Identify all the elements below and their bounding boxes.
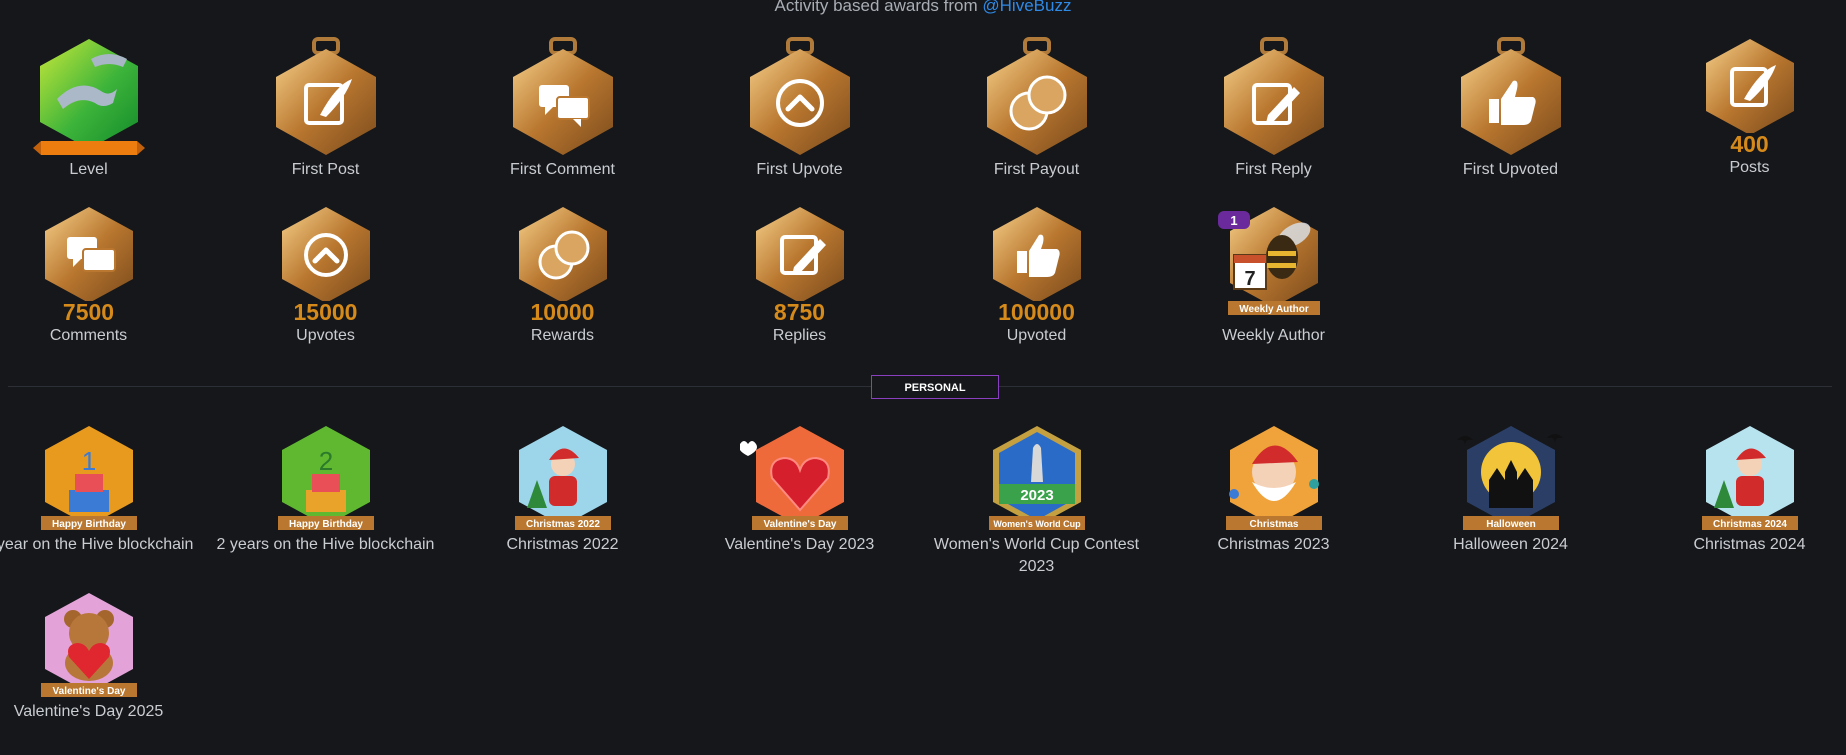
year-text: 2023 <box>1020 487 1053 504</box>
thumbs-up-icon <box>992 207 1081 301</box>
badge-first-payout[interactable]: First Payout <box>918 37 1155 181</box>
badge-christmas-2022[interactable]: Christmas 2022 Christmas 2022 <box>444 424 681 556</box>
ribbon-text: Valentine's Day <box>52 686 125 697</box>
badge-christmas-2023[interactable]: Christmas Christmas 2023 <box>1155 424 1392 556</box>
badge-label: Posts <box>1729 159 1770 176</box>
personal-row-1: 1 Happy Birthday 1 year on the Hive bloc… <box>0 424 1846 575</box>
quill-icon <box>1705 39 1794 133</box>
badge-womens-world-cup[interactable]: 2023 Women's World Cup Women's World Cup… <box>918 424 1155 578</box>
badge-posts[interactable]: 400 Posts <box>1631 37 1846 179</box>
comment-bubbles-icon <box>512 37 613 155</box>
comment-bubbles-icon <box>44 207 133 301</box>
badge-upvoted[interactable]: 100000 Upvoted <box>918 205 1155 347</box>
badge-label: First Upvote <box>756 161 843 178</box>
badge-count: 400 <box>1730 131 1769 157</box>
dolphin-level-icon <box>32 39 145 155</box>
thumbs-up-icon <box>1460 37 1561 155</box>
coins-icon <box>518 207 607 301</box>
badge-label: Christmas 2024 <box>1693 536 1806 553</box>
santa-face-icon: Christmas <box>1225 426 1322 530</box>
pencil-icon <box>1223 37 1324 155</box>
badge-label: Comments <box>49 327 128 344</box>
activity-row-1: Level First Post First Comment First Upv… <box>0 37 1846 187</box>
personal-section-tag: PERSONAL <box>871 375 999 399</box>
badge-rewards[interactable]: 10000 Rewards <box>444 205 681 347</box>
calendar-day: 7 <box>1244 268 1255 290</box>
badge-comments[interactable]: 7500 Comments <box>0 205 207 347</box>
teddy-bear-heart-icon: Valentine's Day <box>40 593 137 697</box>
ribbon-text: Happy Birthday <box>52 519 126 530</box>
santa-sleigh-icon: Christmas 2022 <box>514 426 611 530</box>
badge-first-post[interactable]: First Post <box>207 37 444 181</box>
badge-halloween-2024[interactable]: Halloween Halloween 2024 <box>1392 424 1629 556</box>
badge-label: 2 years on the Hive blockchain <box>216 536 435 553</box>
badge-count: 8750 <box>773 299 826 325</box>
bee-calendar-icon: 7 1 Weekly Author <box>1217 207 1320 315</box>
badge-replies[interactable]: 8750 Replies <box>681 205 918 347</box>
badge-label: Upvotes <box>296 327 355 344</box>
badge-label: First Post <box>291 161 360 178</box>
personal-row-2: Valentine's Day Valentine's Day 2025 <box>0 591 1846 741</box>
badge-count: 10000 <box>530 299 595 325</box>
pencil-icon <box>755 207 844 301</box>
badge-label: Valentine's Day 2023 <box>724 536 875 553</box>
ribbon-text: Valentine's Day <box>763 519 836 530</box>
badge-label: Upvoted <box>1006 327 1067 344</box>
ribbon-text: Christmas 2022 <box>526 519 600 530</box>
birthday-cake-icon: 1 Happy Birthday <box>40 426 137 530</box>
cake-number: 1 <box>81 446 95 476</box>
badge-label: Valentine's Day 2025 <box>13 703 164 720</box>
badge-label: Women's World Cup Contest 2023 <box>933 536 1140 575</box>
badge-label: Rewards <box>530 327 595 344</box>
badge-label: First Reply <box>1235 161 1312 178</box>
badge-label: Level <box>69 161 108 178</box>
header-text: Activity based awards from <box>774 0 983 15</box>
badge-label: Weekly Author <box>1222 327 1325 344</box>
badge-label: Replies <box>772 327 827 344</box>
badge-valentines-2023[interactable]: Valentine's Day Valentine's Day 2023 <box>681 424 918 556</box>
activity-row-2: 7500 Comments 15000 Upvotes 10000 Reward… <box>0 205 1846 355</box>
ribbon-text: Happy Birthday <box>289 519 363 530</box>
birthday-cake-icon: 2 Happy Birthday <box>277 426 374 530</box>
quill-icon <box>275 37 376 155</box>
cake-number: 2 <box>318 446 332 476</box>
badge-count: 100000 <box>998 299 1075 325</box>
badge-label: 1 year on the Hive blockchain <box>0 536 194 553</box>
upvote-arrow-icon <box>749 37 850 155</box>
santa-snow-icon: Christmas 2024 <box>1701 426 1798 530</box>
ribbon-text: Women's World Cup <box>993 519 1081 529</box>
badge-birthday-1[interactable]: 1 Happy Birthday 1 year on the Hive bloc… <box>0 424 207 556</box>
badge-first-comment[interactable]: First Comment <box>444 37 681 181</box>
ribbon-text: Halloween <box>1486 519 1535 530</box>
badge-label: Christmas 2023 <box>1217 536 1330 553</box>
badge-first-reply[interactable]: First Reply <box>1155 37 1392 181</box>
badge-count: 7500 <box>62 299 115 325</box>
ribbon-text: Weekly Author <box>1239 304 1309 315</box>
ribbon-text: Christmas <box>1249 519 1298 530</box>
badge-label: Halloween 2024 <box>1453 536 1568 553</box>
hivebuzz-link[interactable]: @HiveBuzz <box>982 0 1071 15</box>
heart-gem-icon: Valentine's Day <box>739 426 848 530</box>
badge-first-upvote[interactable]: First Upvote <box>681 37 918 181</box>
world-cup-trophy-icon: 2023 Women's World Cup <box>988 426 1085 530</box>
badge-label: Christmas 2022 <box>506 536 619 553</box>
weekly-count-bubble: 1 <box>1230 213 1237 228</box>
badge-valentines-2025[interactable]: Valentine's Day Valentine's Day 2025 <box>0 591 207 723</box>
upvote-arrow-icon <box>281 207 370 301</box>
haunted-house-icon: Halloween <box>1456 426 1563 530</box>
badge-first-upvoted[interactable]: First Upvoted <box>1392 37 1629 181</box>
badge-label: First Payout <box>993 161 1080 178</box>
badge-level[interactable]: Level <box>0 37 207 181</box>
badge-upvotes[interactable]: 15000 Upvotes <box>207 205 444 347</box>
badge-label: First Comment <box>510 161 615 178</box>
ribbon-text: Christmas 2024 <box>1713 519 1787 530</box>
badge-label: First Upvoted <box>1462 161 1559 178</box>
awards-header: Activity based awards from @HiveBuzz <box>0 0 1846 15</box>
badge-birthday-2[interactable]: 2 Happy Birthday 2 years on the Hive blo… <box>207 424 444 556</box>
badge-weekly-author[interactable]: 7 1 Weekly Author Weekly Author <box>1155 205 1392 347</box>
badge-count: 15000 <box>293 299 358 325</box>
badge-christmas-2024[interactable]: Christmas 2024 Christmas 2024 <box>1631 424 1846 556</box>
coins-icon <box>986 37 1087 155</box>
